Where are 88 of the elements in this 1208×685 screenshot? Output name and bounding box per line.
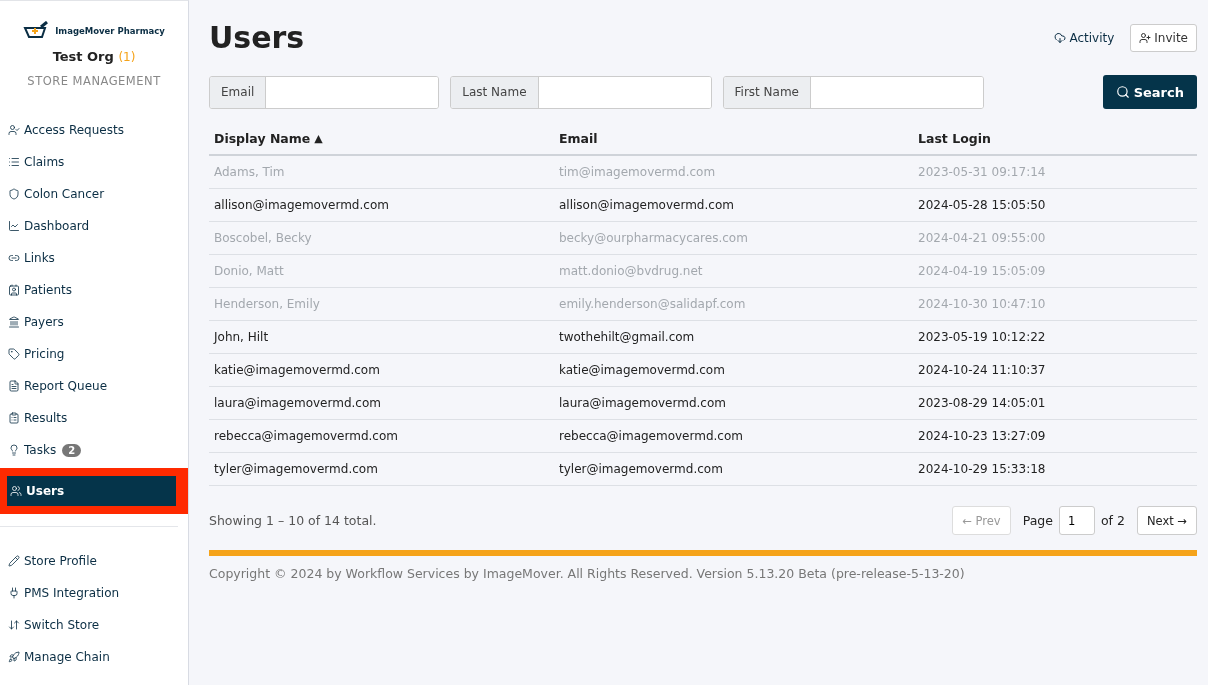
org-name: Test Org (1) (52, 49, 136, 64)
page-field[interactable]: 1 (1058, 506, 1095, 535)
activity-link[interactable]: Activity (1054, 30, 1115, 45)
filter-field[interactable]: Last Name (450, 75, 712, 109)
sidebar-item[interactable]: Manage Chain (0, 641, 188, 673)
rocket-icon (8, 651, 20, 663)
sidebar-item[interactable]: Colon Cancer (0, 178, 188, 210)
table-cell-text: 2024-05-28 15:05:50 (917, 198, 1047, 212)
table-cell-text: rebecca@imagemovermd.com (213, 429, 399, 443)
field-label: Email (210, 76, 267, 108)
section-title: STORE MANAGEMENT (27, 74, 161, 88)
line-chart-icon (8, 220, 20, 232)
table-cell-text: 2024-04-19 15:05:09 (917, 264, 1047, 278)
table-cell-text: 2024-10-30 10:47:10 (917, 297, 1047, 311)
page-label: Page (1022, 513, 1053, 528)
cloud-download-icon (1054, 31, 1067, 44)
table-cell-text: matt.donio@bvdrug.net (558, 264, 704, 278)
sidebar-item[interactable]: Users (7, 476, 176, 506)
sidebar-item[interactable]: Dashboard (0, 210, 188, 242)
user-plus-icon (1139, 31, 1152, 44)
column-header[interactable]: Last Login (913, 131, 1197, 146)
table-cell-text: 2023-05-31 09:17:14 (917, 165, 1047, 179)
table-cell-text: becky@ourpharmacycares.com (558, 231, 749, 245)
page-total: of 2 (1100, 513, 1125, 528)
table-cell-text: Adams, Tim (213, 165, 286, 179)
search-button[interactable]: Search (1102, 75, 1197, 109)
sidebar-item[interactable]: Store Profile (0, 545, 188, 577)
table-cell-text: allison@imagemovermd.com (213, 198, 390, 212)
contact-card-icon (8, 284, 20, 296)
page-title: Users (209, 20, 305, 55)
filter-field[interactable]: First Name (722, 75, 984, 109)
table-cell-text: Boscobel, Becky (213, 231, 313, 245)
table-cell-text: 2024-04-21 09:55:00 (917, 231, 1047, 245)
column-header[interactable]: Email (554, 131, 913, 146)
table-cell-text: rebecca@imagemovermd.com (558, 429, 744, 443)
link-icon (8, 252, 20, 264)
bank-icon (8, 316, 20, 328)
sidebar-item[interactable]: Tasks 2 (0, 434, 188, 466)
brand-name: ImageMover Pharmacy (55, 26, 165, 36)
sidebar-item[interactable]: Results (0, 402, 188, 434)
table-cell-text: katie@imagemovermd.com (558, 363, 726, 377)
field-label: First Name (723, 76, 811, 108)
table-cell-text: laura@imagemovermd.com (213, 396, 382, 410)
table-cell-text: katie@imagemovermd.com (213, 363, 381, 377)
sidebar-item[interactable]: Pricing (0, 338, 188, 370)
table-cell-text: 2023-08-29 14:05:01 (917, 396, 1047, 410)
table-cell-text: 2024-10-23 13:27:09 (917, 429, 1047, 443)
results-summary: Showing 1 – 10 of 14 total. (209, 513, 377, 528)
table-cell-text: Donio, Matt (213, 264, 285, 278)
shield-icon (8, 188, 20, 200)
table-cell-text: tyler@imagemovermd.com (558, 462, 724, 476)
sidebar-item[interactable]: Links (0, 242, 188, 274)
lightbulb-icon (8, 444, 20, 456)
copyright-text: Copyright © 2024 by Workflow Services by ImageMover. All Rights Reserved. Version 5.13.20 Beta (pre-release-5-13-20) (209, 566, 966, 581)
search-icon (1115, 85, 1130, 99)
field-label: Last Name (451, 76, 539, 108)
table-cell-text: 2024-10-24 11:10:37 (917, 363, 1047, 377)
column-header[interactable]: Display Name ▲ (209, 131, 554, 146)
sidebar-item[interactable]: Access Requests (0, 114, 188, 146)
table-cell-text: twothehilt@gmail.com (558, 330, 696, 344)
clipboard-icon (8, 412, 20, 424)
sidebar-item[interactable]: Payers (0, 306, 188, 338)
arrows-icon (8, 619, 20, 631)
table-cell-text: tyler@imagemovermd.com (213, 462, 379, 476)
table-cell-text: tim@imagemovermd.com (558, 165, 717, 179)
sidebar-item[interactable]: PMS Integration (0, 577, 188, 609)
sidebar-item[interactable]: Patients (0, 274, 188, 306)
table-cell-text: 2023-05-19 10:12:22 (917, 330, 1047, 344)
user-check-icon (8, 124, 20, 136)
invite-button[interactable]: Invite (1130, 23, 1197, 52)
table-cell-text: allison@imagemovermd.com (558, 198, 735, 212)
pencil-icon (8, 555, 20, 567)
table-cell-text: 2024-10-29 15:33:18 (917, 462, 1047, 476)
filter-field[interactable]: Email (209, 75, 440, 109)
count-badge: 2 (62, 443, 82, 457)
list-icon (8, 156, 20, 168)
users-icon (10, 485, 22, 497)
tag-icon (8, 348, 20, 360)
document-icon (8, 380, 20, 392)
sidebar-item[interactable]: Switch Store (0, 609, 188, 641)
plug-icon (8, 587, 20, 599)
next-button[interactable]: Next → (1136, 506, 1197, 535)
table-cell-text: John, Hilt (212, 330, 270, 344)
table-cell-text: Henderson, Emily (213, 297, 321, 311)
table-cell-text: emily.henderson@salidapf.com (558, 297, 747, 311)
sidebar-item[interactable]: Claims (0, 146, 188, 178)
table-cell-text: laura@imagemovermd.com (558, 396, 727, 410)
sidebar-item[interactable]: Report Queue (0, 370, 188, 402)
